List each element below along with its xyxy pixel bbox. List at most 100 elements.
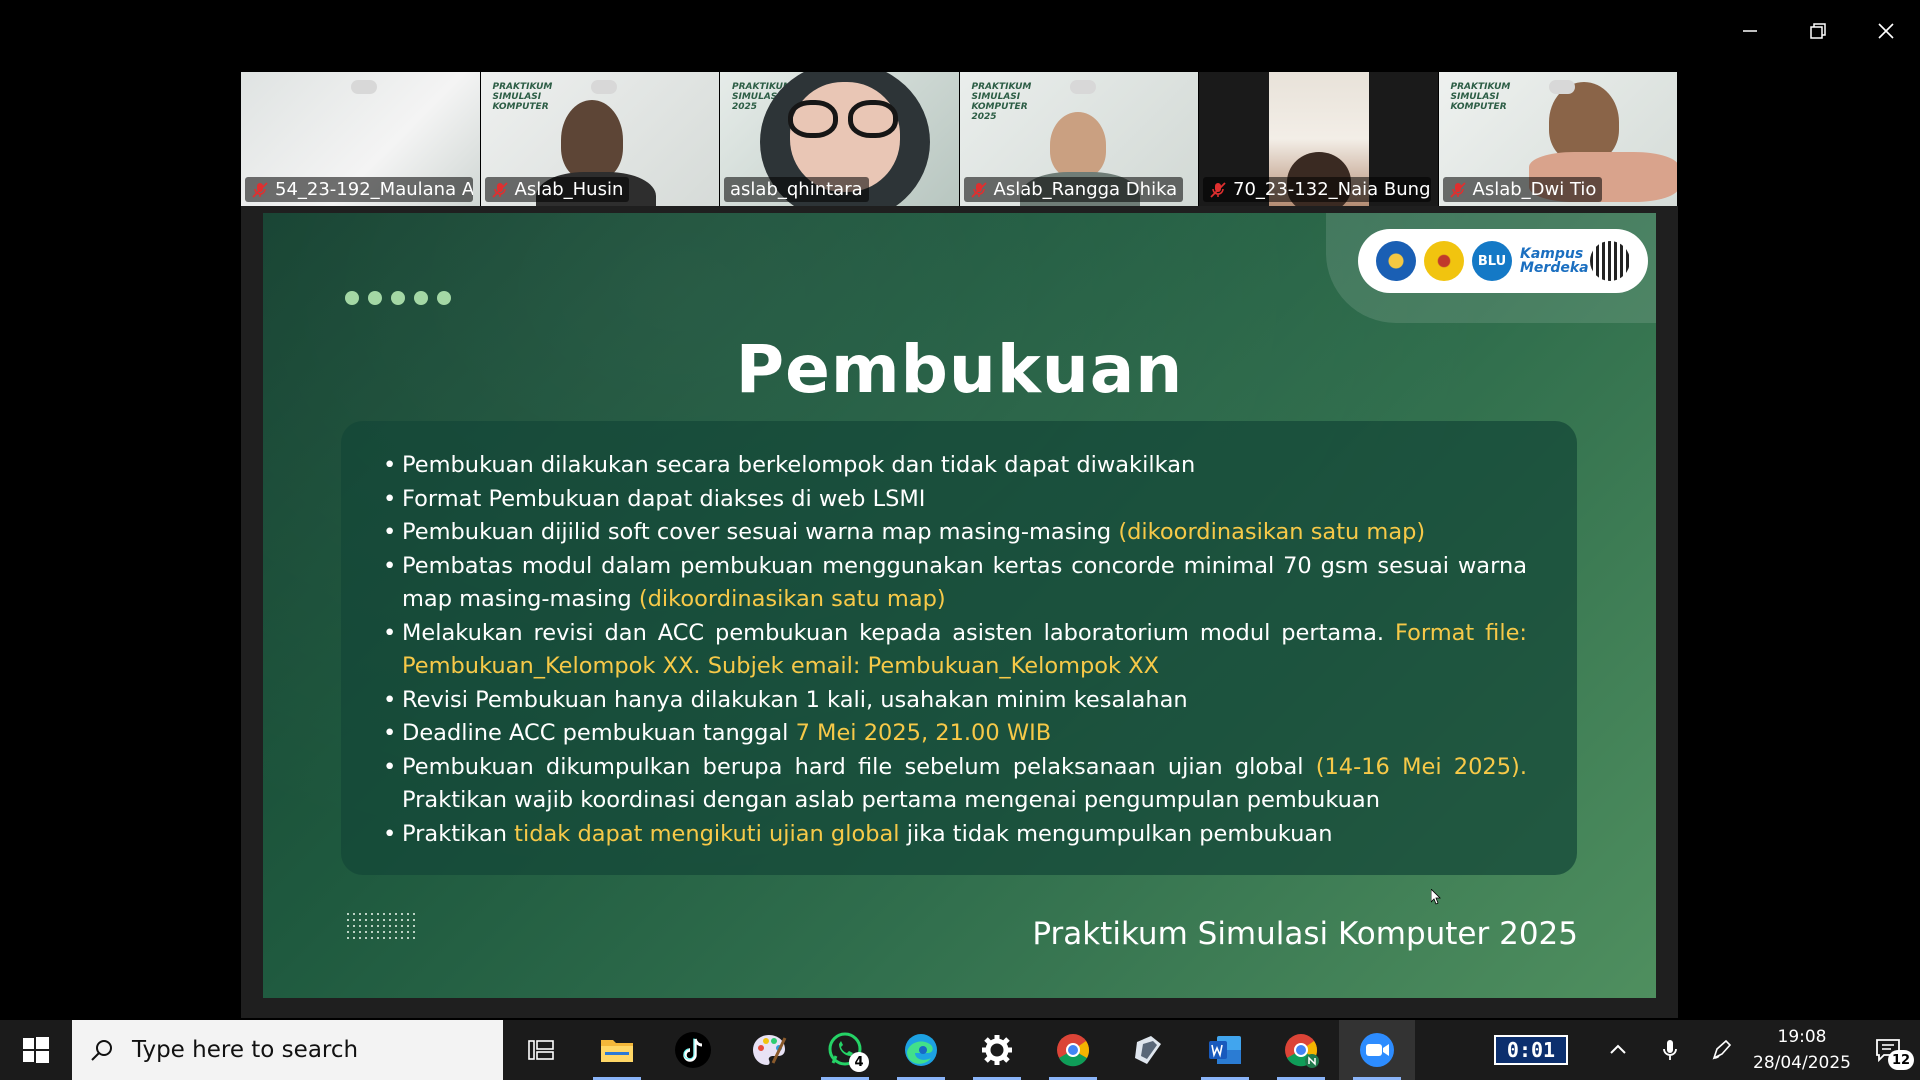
participant-label: Aslab_Rangga Dhika <box>963 177 1184 202</box>
word-icon <box>1209 1036 1241 1064</box>
bullet-highlight: 7 Mei 2025, 21.00 WIB <box>795 720 1052 746</box>
file-explorer-button[interactable] <box>579 1020 655 1080</box>
microphone-icon <box>1663 1040 1677 1060</box>
window-controls <box>1716 0 1920 62</box>
bullet-text: Melakukan revisi dan ACC pembukuan kepad… <box>402 619 1395 646</box>
participant-name: aslab_qhintara <box>730 179 863 200</box>
recording-timer[interactable]: 0:01 <box>1494 1035 1568 1065</box>
paint-button[interactable] <box>731 1020 807 1080</box>
person-silhouette <box>560 100 623 180</box>
bullet-text: Pembukuan dijilid soft cover sesuai warn… <box>402 519 1119 545</box>
participant-tile[interactable]: 70_23-132_Naia Bung... <box>1199 72 1438 206</box>
lsmi-logo <box>1590 241 1630 281</box>
bullet-highlight: tidak dapat mengikuti ujian global <box>514 820 900 847</box>
close-button[interactable] <box>1852 0 1920 62</box>
chevron-up-icon <box>1610 1044 1626 1054</box>
slide-title: Pembukuan <box>735 331 1184 408</box>
notification-center-button[interactable]: 12 <box>1856 1020 1920 1080</box>
participant-label: Aslab_Husin <box>484 177 630 202</box>
bullet-list: Pembukuan dilakukan secara berkelompok d… <box>383 449 1527 851</box>
restore-button[interactable] <box>1784 0 1852 62</box>
search-icon <box>91 1040 112 1061</box>
edge-icon <box>905 1034 937 1066</box>
tiktok-icon <box>675 1032 711 1068</box>
participant-tile[interactable]: PRAKTIKUM SIMULASI KOMPUTER Aslab_Dwi Ti… <box>1438 72 1678 206</box>
participant-label: aslab_qhintara <box>724 177 869 202</box>
participant-name: 54_23-192_Maulana Af... <box>275 179 473 200</box>
participant-banner: PRAKTIKUM SIMULASI KOMPUTER 2025 <box>971 82 1032 122</box>
microphone-tray-button[interactable] <box>1644 1020 1696 1080</box>
participant-banner: PRAKTIKUM SIMULASI KOMPUTER <box>1450 82 1511 112</box>
clock-date: 28/04/2025 <box>1753 1053 1851 1073</box>
edge-button[interactable] <box>883 1020 959 1080</box>
close-icon <box>1878 23 1894 39</box>
taskbar: Type here to search 4 0:01 19:08 28/04/2… <box>0 1020 1920 1080</box>
bullet-highlight: (dikoordinasikan satu map) <box>1118 519 1426 545</box>
folder-icon <box>601 1040 633 1062</box>
bullet-text: Pembukuan dilakukan secara berkelompok d… <box>402 452 1196 478</box>
mic-muted-icon <box>491 181 508 198</box>
chrome-profile-button[interactable] <box>1263 1020 1339 1080</box>
zoom-button[interactable] <box>1339 1020 1415 1080</box>
bullet-item: Pembukuan dikumpulkan berupa hard file s… <box>383 751 1527 818</box>
clock-time: 19:08 <box>1777 1027 1827 1047</box>
participants-strip: 54_23-192_Maulana Af... PRAKTIKUM SIMULA… <box>241 72 1678 206</box>
settings-button[interactable] <box>959 1020 1035 1080</box>
restore-icon <box>1810 23 1826 39</box>
dot <box>437 291 451 305</box>
mic-muted-icon <box>970 181 987 198</box>
university-logo <box>1424 241 1464 281</box>
taskbar-search[interactable]: Type here to search <box>72 1020 503 1080</box>
cube-app-button[interactable] <box>1111 1020 1187 1080</box>
tiktok-button[interactable] <box>655 1020 731 1080</box>
palette-icon <box>753 1035 787 1065</box>
task-view-button[interactable] <box>503 1020 579 1080</box>
participant-tile[interactable]: 54_23-192_Maulana Af... <box>241 72 480 206</box>
tut-wuri-handayani-logo <box>1376 241 1416 281</box>
dot <box>391 291 405 305</box>
status-badge <box>590 80 617 94</box>
participant-name: Aslab_Dwi Tio <box>1472 179 1597 200</box>
bullet-text-after: jika tidak mengumpulkan pembukuan <box>899 820 1333 847</box>
word-button[interactable] <box>1187 1020 1263 1080</box>
participant-label: Aslab_Dwi Tio <box>1442 177 1603 202</box>
mic-muted-icon <box>1449 181 1466 198</box>
participant-label: 54_23-192_Maulana Af... <box>245 177 473 202</box>
minimize-icon <box>1743 30 1757 32</box>
chrome-button[interactable] <box>1035 1020 1111 1080</box>
participant-tile[interactable]: PRAKTIKUM SIMULASI KOMPUTER 2025 Aslab_R… <box>959 72 1199 206</box>
search-placeholder: Type here to search <box>132 1037 359 1063</box>
chrome-icon <box>1057 1034 1090 1067</box>
whatsapp-button[interactable]: 4 <box>807 1020 883 1080</box>
person-head <box>1548 82 1619 162</box>
windows-icon <box>23 1037 49 1063</box>
status-badge <box>351 80 377 94</box>
mouse-cursor-icon <box>1431 889 1441 905</box>
bullet-text-after: Praktikan wajib koordinasi dengan aslab … <box>402 787 1380 813</box>
bullet-item: Pembatas modul dalam pembukuan menggunak… <box>383 550 1527 617</box>
bullet-text: Format Pembukuan dapat diakses di web LS… <box>402 485 926 512</box>
participant-label: 70_23-132_Naia Bung... <box>1203 177 1431 202</box>
mic-muted-icon <box>1210 181 1226 198</box>
minimize-button[interactable] <box>1716 0 1784 62</box>
glasses <box>788 100 838 138</box>
participant-tile[interactable]: PRAKTIKUM SIMULASI KOMPUTER Aslab_Husin <box>480 72 720 206</box>
decorative-dot-grid <box>345 911 415 941</box>
participant-tile-active-speaker[interactable]: PRAKTIKUM SIMULASI 2025 aslab_qhintara <box>720 72 959 206</box>
unread-badge: 4 <box>849 1052 869 1072</box>
pen-tray-button[interactable] <box>1696 1020 1748 1080</box>
participant-banner: PRAKTIKUM SIMULASI KOMPUTER <box>492 82 553 112</box>
decorative-dots <box>345 291 451 305</box>
show-hidden-icons-button[interactable] <box>1592 1020 1644 1080</box>
start-button[interactable] <box>0 1020 72 1080</box>
zoom-icon <box>1360 1033 1394 1067</box>
bullet-text: Pembatas modul dalam pembukuan menggunak… <box>402 552 1527 613</box>
participant-banner: PRAKTIKUM SIMULASI 2025 <box>732 82 792 112</box>
status-badge <box>1069 80 1096 94</box>
system-clock[interactable]: 19:08 28/04/2025 <box>1748 1024 1856 1076</box>
participant-name: Aslab_Husin <box>514 179 624 200</box>
gear-icon <box>982 1035 1012 1065</box>
person-head <box>1049 112 1106 178</box>
bullet-item: Pembukuan dijilid soft cover sesuai warn… <box>383 516 1527 550</box>
participant-name: 70_23-132_Naia Bung... <box>1233 179 1431 200</box>
